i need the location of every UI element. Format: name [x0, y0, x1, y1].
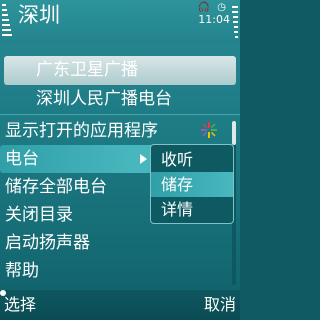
submenu-item-label: 详情 [161, 200, 194, 219]
list-item[interactable]: 广东卫星广播 [4, 56, 236, 85]
softkey-bar: 选择 取消 [0, 290, 240, 320]
app-switch-icon [201, 122, 217, 138]
list-item[interactable]: 深圳人民广播电台 [0, 85, 240, 114]
page-title: 深圳 [18, 3, 60, 27]
submenu-item-details[interactable]: 详情 [151, 197, 233, 222]
menu-item-label: 显示打开的应用程序 [5, 121, 158, 141]
station-name: 深圳人民广播电台 [36, 89, 172, 109]
clock: 11:04 [198, 13, 230, 26]
menu-item-label: 关闭目录 [5, 205, 73, 225]
select-softkey[interactable]: 选择 [4, 293, 36, 317]
submenu-arrow-icon [140, 154, 147, 164]
station-submenu: 收听 储存 详情 [150, 144, 234, 224]
menu-item-label: 启动扬声器 [5, 233, 90, 253]
battery-icon [232, 6, 238, 42]
phone-screen: 深圳 🎧 ◷ 11:04 广东卫星广播 深圳人民广播电台 显示打开的应用程序 电… [0, 0, 240, 320]
scrollbar-thumb[interactable] [232, 121, 236, 145]
submenu-item-listen[interactable]: 收听 [151, 147, 233, 172]
station-list: 广东卫星广播 深圳人民广播电台 [0, 56, 240, 114]
status-bar: 深圳 🎧 ◷ 11:04 [0, 0, 240, 44]
menu-item-label: 帮助 [5, 261, 39, 281]
submenu-item-label: 储存 [161, 175, 194, 194]
signal-strength-icon [2, 4, 14, 44]
menu-item-label: 储存全部电台 [5, 177, 107, 197]
menu-item-activate-speaker[interactable]: 启动扬声器 [0, 229, 228, 257]
submenu-item-label: 收听 [161, 150, 194, 169]
cancel-softkey[interactable]: 取消 [204, 293, 236, 317]
menu-item-show-open-apps[interactable]: 显示打开的应用程序 [0, 117, 228, 145]
menu-item-help[interactable]: 帮助 [0, 257, 228, 285]
menu-item-label: 电台 [5, 149, 39, 169]
submenu-item-save[interactable]: 储存 [151, 172, 233, 197]
station-name: 广东卫星广播 [36, 60, 138, 80]
